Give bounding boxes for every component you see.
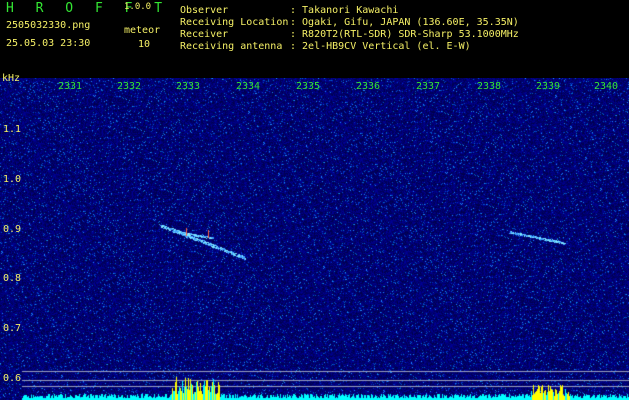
time-tick-label: 2331 [58, 81, 83, 92]
freq-tick-label: 0.6 [3, 373, 22, 384]
spectrogram-canvas [0, 78, 629, 400]
station-value-location: : Ogaki, Gifu, JAPAN (136.60E, 35.35N) [290, 17, 519, 28]
time-tick-label: 2335 [296, 81, 321, 92]
file-name: 2505032330.png [6, 20, 91, 31]
station-label-antenna: Receiving antenna [180, 41, 283, 52]
station-label-receiver: Receiver [180, 29, 229, 40]
time-tick-label: 2334 [236, 81, 261, 92]
freq-tick-label: 1.1 [3, 124, 22, 135]
station-value-observer: : Takanori Kawachi [290, 5, 399, 16]
freq-tick-label: 0.8 [3, 273, 22, 284]
file-datetime: 25.05.03 23:30 [6, 38, 91, 49]
app-version: 1.0.0 [124, 2, 152, 12]
meteor-label: meteor [124, 25, 161, 36]
time-tick-label: 2332 [117, 81, 142, 92]
time-tick-label: 2336 [356, 81, 381, 92]
time-tick-label: 2339 [536, 81, 561, 92]
freq-tick-label: 0.7 [3, 323, 22, 334]
station-label-observer: Observer [180, 5, 229, 16]
station-value-receiver: : R820T2(RTL-SDR) SDR-Sharp 53.1000MHz [290, 29, 519, 40]
freq-tick-label: 1.0 [3, 174, 22, 185]
time-tick-label: 2337 [416, 81, 441, 92]
time-tick-label: 2333 [176, 81, 201, 92]
time-tick-label: 2340 [594, 81, 619, 92]
station-value-antenna: : 2el-HB9CV Vertical (el. E-W) [290, 41, 471, 52]
freq-unit-label: kHz [2, 73, 21, 84]
header-panel: H R O F F T 1.0.0 2505032330.png 25.05.0… [0, 0, 629, 78]
freq-tick-label: 0.9 [3, 224, 22, 235]
meteor-count: 10 [138, 39, 151, 50]
time-tick-label: 2338 [477, 81, 502, 92]
station-label-location: Receiving Location [180, 17, 289, 28]
